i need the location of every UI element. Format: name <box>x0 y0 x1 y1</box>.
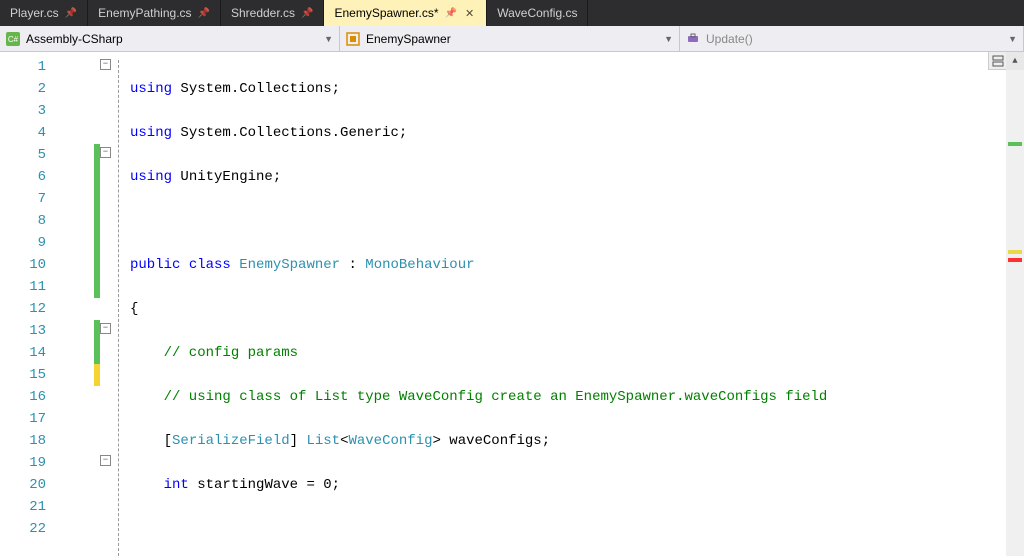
class-dropdown[interactable]: EnemySpawner ▼ <box>340 26 680 51</box>
fold-toggle[interactable]: − <box>100 323 111 334</box>
overview-marker <box>1008 142 1022 146</box>
pin-icon[interactable]: 📌 <box>65 8 77 19</box>
tab-enemyspawner[interactable]: EnemySpawner.cs*📌✕ <box>324 0 487 26</box>
code-editor[interactable]: using System.Collections; using System.C… <box>86 52 1006 556</box>
line-number-gutter: 1 2 3 4 5 6 7 8 9 10 11 12 13 14 15 16 1… <box>0 52 86 556</box>
fold-toggle[interactable]: − <box>100 147 111 158</box>
class-icon <box>346 32 360 46</box>
tab-waveconfig[interactable]: WaveConfig.cs <box>487 0 588 26</box>
change-marker-saved <box>94 144 100 298</box>
change-marker-unsaved <box>94 364 100 386</box>
scroll-up-icon[interactable]: ▲ <box>1006 52 1024 70</box>
fold-guideline <box>118 60 119 556</box>
pin-icon[interactable]: 📌 <box>301 8 313 19</box>
tab-enemypathing[interactable]: EnemyPathing.cs📌 <box>88 0 221 26</box>
method-dropdown[interactable]: Update() ▼ <box>680 26 1024 51</box>
change-marker-bar <box>86 56 108 556</box>
overview-marker <box>1008 250 1022 254</box>
navigation-bar: C#Assembly-CSharp ▼ EnemySpawner ▼ Updat… <box>0 26 1024 52</box>
overview-marker <box>1008 258 1022 262</box>
project-dropdown[interactable]: C#Assembly-CSharp ▼ <box>0 26 340 51</box>
tab-bar: Player.cs📌 EnemyPathing.cs📌 Shredder.cs📌… <box>0 0 1024 26</box>
pin-icon[interactable]: 📌 <box>445 8 457 19</box>
csharp-icon: C# <box>6 32 20 46</box>
chevron-down-icon: ▼ <box>1008 34 1017 44</box>
chevron-down-icon: ▼ <box>324 34 333 44</box>
tab-shredder[interactable]: Shredder.cs📌 <box>221 0 325 26</box>
vertical-scrollbar[interactable]: ▲ <box>1006 52 1024 556</box>
method-icon <box>686 32 700 46</box>
editor-area: 1 2 3 4 5 6 7 8 9 10 11 12 13 14 15 16 1… <box>0 52 1024 556</box>
tab-player[interactable]: Player.cs📌 <box>0 0 88 26</box>
close-icon[interactable]: ✕ <box>463 7 476 20</box>
svg-text:C#: C# <box>8 35 19 44</box>
fold-toggle[interactable]: − <box>100 59 111 70</box>
fold-toggle[interactable]: − <box>100 455 111 466</box>
chevron-down-icon: ▼ <box>664 34 673 44</box>
split-view-icon[interactable] <box>988 52 1006 70</box>
pin-icon[interactable]: 📌 <box>198 8 210 19</box>
